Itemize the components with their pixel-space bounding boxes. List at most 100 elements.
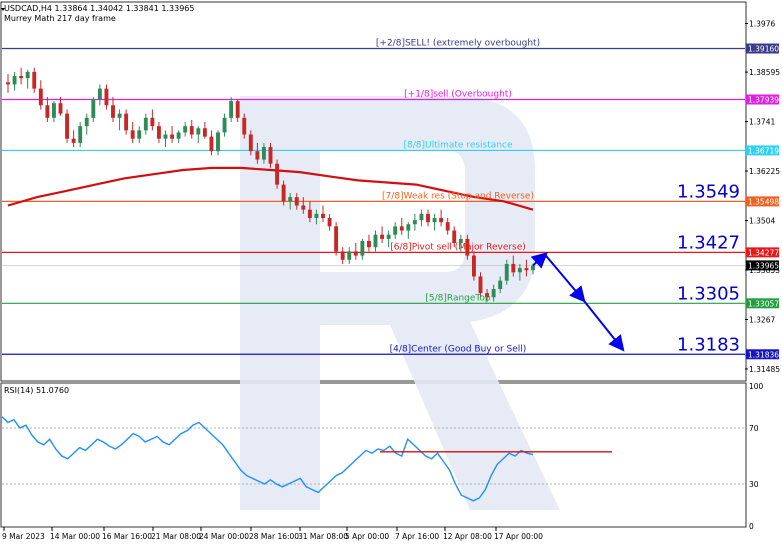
candle-body [419, 213, 424, 221]
candle-body [334, 226, 339, 252]
price-tick-label: 1.31485 [749, 365, 780, 374]
candle-body [111, 105, 115, 118]
candle-body [281, 184, 286, 202]
target-level-label: 1.3305 [677, 284, 740, 305]
candle-body [294, 197, 299, 206]
candle-body [117, 113, 122, 118]
candle-body [406, 224, 411, 231]
candle-body [412, 220, 417, 225]
rsi-panel-frame [0, 382, 747, 528]
candle-body [301, 205, 306, 210]
target-level-label: 1.3549 [677, 182, 740, 203]
candle-body [19, 76, 24, 79]
rsi-tick-label: 70 [749, 424, 759, 433]
candle-body [222, 117, 227, 133]
candle-body [65, 113, 70, 139]
candle-body [38, 88, 43, 106]
level-price-tag-label: 1.34277 [748, 248, 779, 257]
candle-body [170, 134, 175, 139]
candle-body [124, 113, 129, 131]
candle-body [189, 126, 194, 135]
candle-body [163, 134, 168, 139]
target-level-label: 1.3427 [677, 233, 740, 254]
level-price-tag-label: 1.33057 [748, 299, 779, 308]
candle-body [6, 82, 10, 85]
rsi-tick-label: 30 [749, 480, 759, 489]
time-tick-label: 16 Mar 16:00 [102, 532, 152, 541]
candle-body [248, 134, 253, 152]
candle-body [268, 147, 273, 164]
chart-title: USDCAD,H4 1.33864 1.34042 1.33841 1.3396… [4, 4, 194, 13]
candle [65, 109, 70, 143]
time-tick-label: 5 Apr 00:00 [345, 532, 389, 541]
candle-body [445, 222, 450, 231]
candle-body [143, 117, 148, 131]
candle-body [45, 105, 50, 118]
candle-body [531, 265, 535, 271]
candle-body [229, 101, 234, 118]
candle-body [51, 103, 56, 118]
price-tick-label: 1.36225 [749, 167, 780, 176]
candle-body [353, 251, 358, 256]
candle-body [255, 151, 260, 160]
candle-body [373, 234, 378, 248]
candle-body [426, 213, 430, 223]
candle-body [439, 218, 444, 223]
candle-body [78, 126, 83, 143]
time-tick-label: 9 Mar 2023 [2, 532, 45, 541]
price-tick-label: 1.3741 [749, 118, 775, 127]
time-tick-label: 17 Apr 00:00 [494, 532, 543, 541]
price-tick-label: 1.3976 [749, 19, 775, 28]
candle-body [275, 163, 280, 185]
candle-body [288, 197, 293, 202]
chart-subtitle: Murrey Math 217 day frame [4, 14, 116, 23]
candle-body [504, 263, 509, 281]
candle-body [347, 251, 352, 260]
candle-body [498, 280, 503, 289]
candle-body [321, 213, 325, 219]
candle-body [380, 234, 385, 239]
candle [471, 251, 476, 281]
candle-body [327, 218, 332, 227]
time-tick-label: 12 Apr 08:00 [443, 532, 492, 541]
price-tick-label: 1.3267 [749, 315, 775, 324]
chart-canvas: [+2/8]SELL! (extremely overbought) [+1/8]… [0, 1, 780, 541]
level-label: [8/8]Ultimate resistance [404, 140, 513, 150]
candle [334, 222, 339, 256]
candle-body [150, 117, 155, 127]
price-tick-label: 1.3504 [749, 217, 775, 226]
candle-body [137, 130, 142, 139]
candle-body [209, 136, 214, 152]
target-level-label: 1.3183 [677, 335, 740, 356]
candle-body [104, 88, 109, 106]
current-price-label: 1.33965 [748, 261, 779, 270]
candle-body [261, 147, 266, 160]
level-price-tag-label: 1.36719 [748, 146, 779, 155]
candle-body [517, 268, 522, 273]
level-price-tag-label: 1.37939 [748, 95, 779, 104]
level-label: [6/8]Pivot sell (Major Reverse) [390, 242, 526, 252]
candle-body [130, 130, 135, 139]
candle-body [366, 240, 371, 248]
time-tick-label: 31 Mar 08:00 [298, 532, 348, 541]
rsi-tick-label: 100 [749, 382, 764, 391]
level-label: [4/8]Center (Good Buy or Sell) [390, 344, 527, 354]
candle-body [314, 213, 319, 219]
candle-body [176, 132, 181, 139]
candle-body [97, 88, 102, 100]
level-label: [5/8]RangeTop [425, 293, 491, 303]
candle-body [12, 76, 17, 85]
time-tick-label: 28 Mar 16:00 [249, 532, 299, 541]
candle-body [340, 251, 345, 260]
candle-body [393, 226, 398, 235]
candle-body [242, 117, 247, 135]
candle-body [432, 218, 437, 223]
rsi-title: RSI(14) 51.0760 [4, 386, 69, 395]
level-price-tag-label: 1.39160 [748, 45, 779, 54]
candle-body [84, 117, 89, 127]
candle-body [386, 234, 391, 239]
candle-body [511, 263, 516, 273]
candle [275, 159, 280, 189]
candle-body [183, 126, 188, 133]
candle-body [25, 71, 30, 79]
